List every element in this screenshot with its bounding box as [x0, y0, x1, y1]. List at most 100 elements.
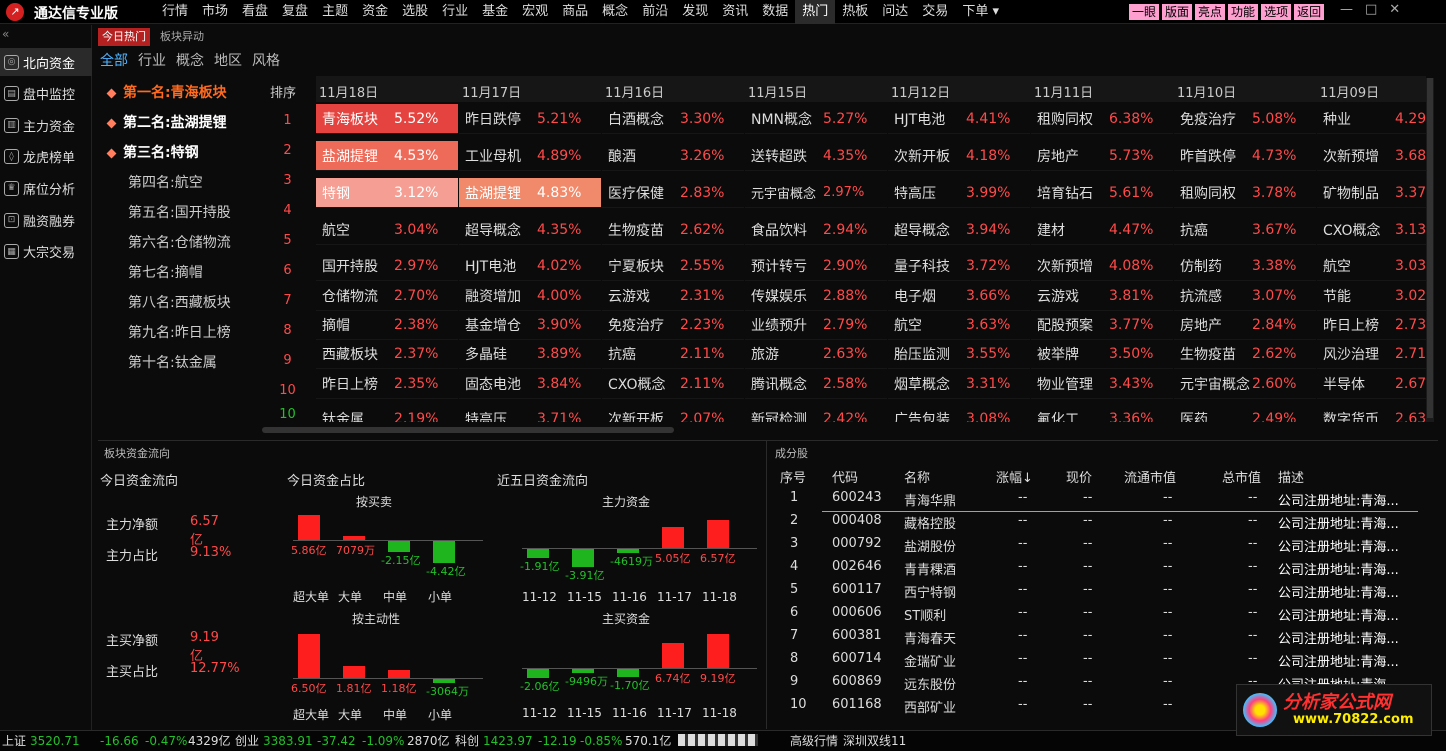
quote-mode[interactable]: 高级行情	[790, 731, 838, 751]
table-row[interactable]: 8 600714 金瑞矿业 -- -- -- -- 公司注册地址:青海...	[772, 649, 1432, 672]
sector-cell[interactable]: 租购同权 6.38%	[1031, 104, 1173, 134]
minimize-icon[interactable]: —	[1340, 0, 1353, 20]
table-row[interactable]: 7 600381 青海春天 -- -- -- -- 公司注册地址:青海...	[772, 626, 1432, 649]
sector-cell[interactable]: 宁夏板块 2.55%	[602, 251, 744, 281]
sector-cell[interactable]: 免疫治疗 2.23%	[602, 310, 744, 340]
rank-item[interactable]: 第四名:航空	[98, 168, 260, 198]
collapse-icon[interactable]: «	[2, 27, 9, 41]
nav-item[interactable]: ◎ 北向资金	[0, 48, 92, 76]
sector-cell[interactable]: 仓储物流 2.70%	[316, 281, 458, 311]
sector-cell[interactable]: 次新预增 3.68	[1317, 141, 1426, 171]
menu-item[interactable]: 热板	[835, 0, 875, 24]
nav-item[interactable]: ▤ 盘中监控	[0, 80, 92, 108]
menu-item[interactable]: 下单 ▾	[955, 0, 1006, 24]
table-row[interactable]: 4 002646 青青稞酒 -- -- -- -- 公司注册地址:青海...	[772, 557, 1432, 580]
sector-cell[interactable]: 航空 3.63%	[888, 310, 1030, 340]
category-tab[interactable]: 行业	[138, 50, 166, 70]
sector-cell[interactable]: 固态电池 3.84%	[459, 369, 601, 399]
sector-cell[interactable]: 昨日跌停 5.21%	[459, 104, 601, 134]
sector-cell[interactable]: 配股预案 3.77%	[1031, 310, 1173, 340]
nav-item[interactable]: ⊡ 融资融券	[0, 206, 92, 234]
sector-cell[interactable]: HJT电池 4.41%	[888, 104, 1030, 134]
menu-item[interactable]: 行情	[155, 0, 195, 24]
sector-cell[interactable]: 房地产 5.73%	[1031, 141, 1173, 171]
nav-item[interactable]: ◊ 龙虎榜单	[0, 143, 92, 171]
sector-cell[interactable]: 国开持股 2.97%	[316, 251, 458, 281]
rank-item[interactable]: 第八名:西藏板块	[98, 288, 260, 318]
sector-cell[interactable]: 昨日上榜 2.73	[1317, 310, 1426, 340]
date-header-cell[interactable]: 11月09日	[1320, 82, 1379, 101]
sector-cell[interactable]: HJT电池 4.02%	[459, 251, 601, 281]
sector-cell[interactable]: 医药 2.49%	[1174, 404, 1316, 423]
sector-cell[interactable]: 胎压监测 3.55%	[888, 339, 1030, 369]
sector-cell[interactable]: 抗癌 2.11%	[602, 339, 744, 369]
sector-cell[interactable]: 西藏板块 2.37%	[316, 339, 458, 369]
quick-button[interactable]: 亮点	[1195, 4, 1226, 20]
menu-item[interactable]: 资讯	[715, 0, 755, 24]
sector-cell[interactable]: 钛金属 2.19%	[316, 404, 458, 423]
sector-cell[interactable]: 超导概念 4.35%	[459, 215, 601, 245]
sector-cell[interactable]: 送转超跌 4.35%	[745, 141, 887, 171]
menu-item[interactable]: 复盘	[275, 0, 315, 24]
category-tab[interactable]: 地区	[214, 50, 242, 70]
sector-cell[interactable]: 基金增仓 3.90%	[459, 310, 601, 340]
sector-cell[interactable]: 特钢 3.12%	[316, 178, 458, 208]
menu-item[interactable]: 行业	[435, 0, 475, 24]
sector-cell[interactable]: 白酒概念 3.30%	[602, 104, 744, 134]
category-tab[interactable]: 概念	[176, 50, 204, 70]
category-tab[interactable]: 风格	[252, 50, 280, 70]
sector-cell[interactable]: 工业母机 4.89%	[459, 141, 601, 171]
sector-cell[interactable]: 航空 3.04%	[316, 215, 458, 245]
sector-cell[interactable]: 云游戏 3.81%	[1031, 281, 1173, 311]
menu-item[interactable]: 前沿	[635, 0, 675, 24]
column-header[interactable]: 流通市值	[1124, 467, 1176, 486]
column-header[interactable]: 描述	[1278, 467, 1304, 486]
menu-item[interactable]: 宏观	[515, 0, 555, 24]
rank-item[interactable]: 第七名:摘帽	[98, 258, 260, 288]
sector-cell[interactable]: CXO概念 3.13	[1317, 215, 1426, 245]
column-header[interactable]: 总市值	[1222, 467, 1261, 486]
sector-cell[interactable]: 航空 3.03	[1317, 251, 1426, 281]
nav-item[interactable]: ▥ 主力资金	[0, 111, 92, 139]
table-row[interactable]: 6 000606 ST顺利 -- -- -- -- 公司注册地址:青海...	[772, 603, 1432, 626]
sector-cell[interactable]: 建材 4.47%	[1031, 215, 1173, 245]
menu-item[interactable]: 概念	[595, 0, 635, 24]
sector-cell[interactable]: 风沙治理 2.71	[1317, 339, 1426, 369]
sector-cell[interactable]: 预计转亏 2.90%	[745, 251, 887, 281]
sector-cell[interactable]: 腾讯概念 2.58%	[745, 369, 887, 399]
connection-line[interactable]: 深圳双线11	[843, 731, 906, 751]
date-header-cell[interactable]: 11月10日	[1177, 82, 1236, 101]
menu-item[interactable]: 问达	[875, 0, 915, 24]
menu-item[interactable]: 市场	[195, 0, 235, 24]
sector-cell[interactable]: 昨首跌停 4.73%	[1174, 141, 1316, 171]
sector-cell[interactable]: 云游戏 2.31%	[602, 281, 744, 311]
rank-item[interactable]: 第一名:青海板块	[98, 78, 260, 108]
sector-cell[interactable]: 盐湖提锂 4.83%	[459, 178, 601, 208]
menu-item[interactable]: 数据	[755, 0, 795, 24]
column-header[interactable]: 序号	[780, 467, 806, 486]
menu-item[interactable]: 热门	[795, 0, 836, 24]
sector-cell[interactable]: 被举牌 3.50%	[1031, 339, 1173, 369]
quick-button[interactable]: 选项	[1261, 4, 1292, 20]
table-row[interactable]: 1 600243 青海华鼎 -- -- -- -- 公司注册地址:青海...	[772, 488, 1432, 511]
menu-item[interactable]: 选股	[395, 0, 435, 24]
menu-item[interactable]: 交易	[915, 0, 955, 24]
sector-cell[interactable]: 次新开板 4.18%	[888, 141, 1030, 171]
sector-cell[interactable]: 融资增加 4.00%	[459, 281, 601, 311]
date-header-cell[interactable]: 11月18日	[319, 82, 378, 101]
date-header-cell[interactable]: 11月16日	[605, 82, 664, 101]
rank-item[interactable]: 第九名:昨日上榜	[98, 318, 260, 348]
rank-item[interactable]: 第三名:特钢	[98, 138, 260, 168]
column-header[interactable]: 现价	[1066, 467, 1092, 486]
quick-button[interactable]: 版面	[1162, 4, 1193, 20]
sector-cell[interactable]: 矿物制品 3.37	[1317, 178, 1426, 208]
sector-cell[interactable]: 次新预增 4.08%	[1031, 251, 1173, 281]
horizontal-scrollbar[interactable]	[262, 427, 674, 433]
category-tab[interactable]: 全部	[100, 50, 128, 70]
menu-item[interactable]: 基金	[475, 0, 515, 24]
table-row[interactable]: 5 600117 西宁特钢 -- -- -- -- 公司注册地址:青海...	[772, 580, 1432, 603]
menu-item[interactable]: 看盘	[235, 0, 275, 24]
quick-button[interactable]: 一眼	[1129, 4, 1160, 20]
sector-cell[interactable]: 仿制药 3.38%	[1174, 251, 1316, 281]
menu-item[interactable]: 商品	[555, 0, 595, 24]
